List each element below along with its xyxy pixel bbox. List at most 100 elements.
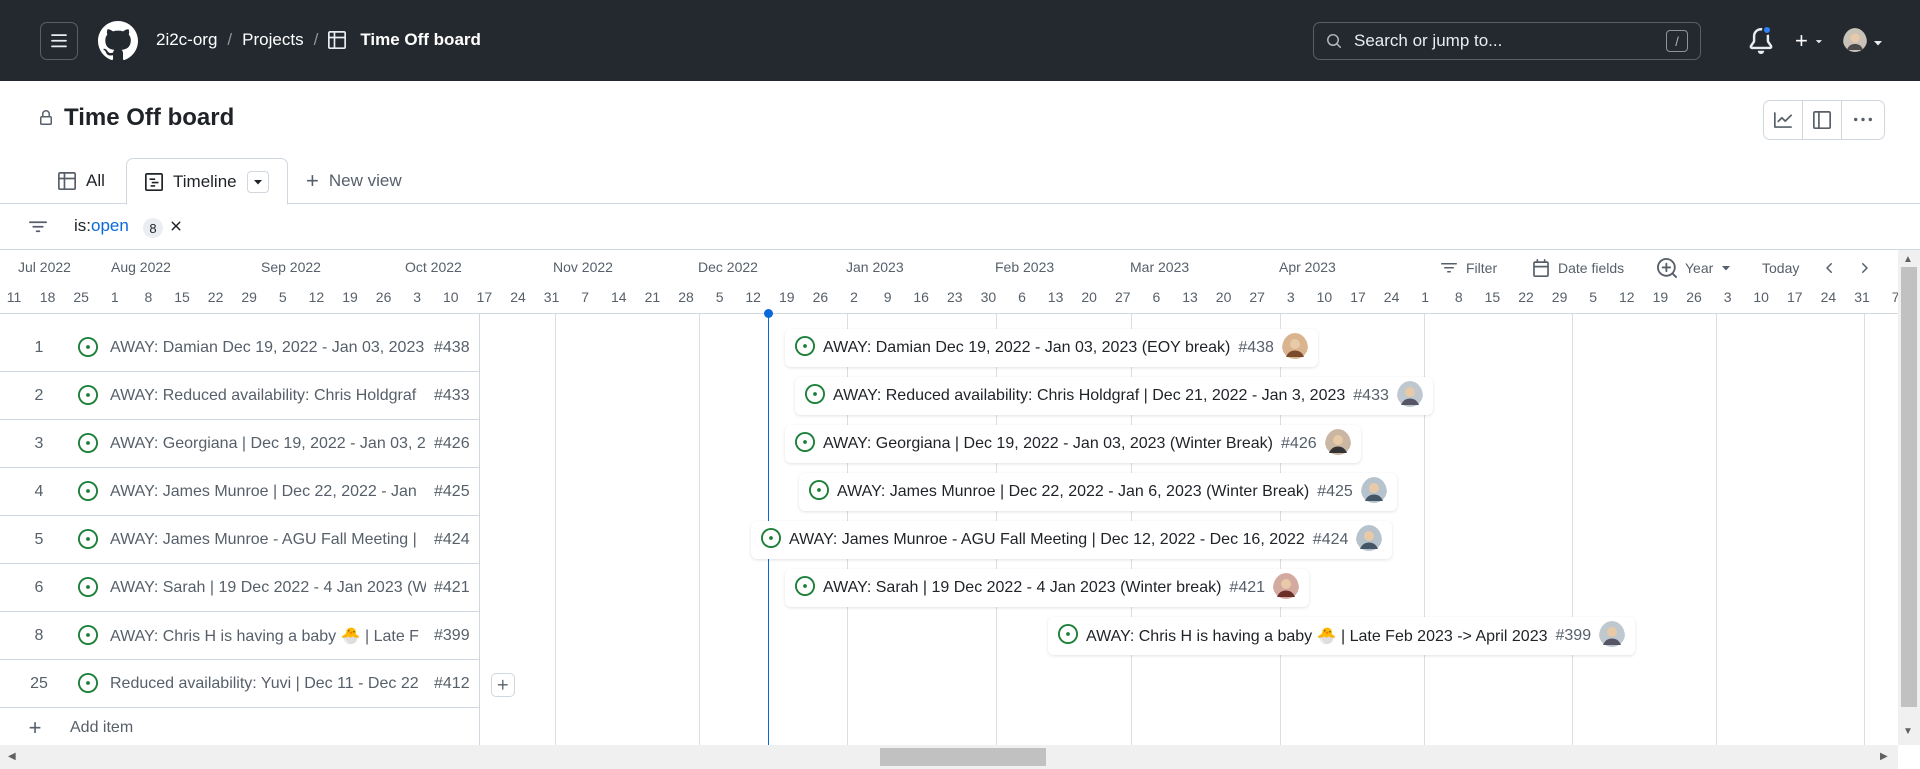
issue-title[interactable]: AWAY: Sarah | 19 Dec 2022 - 4 Jan 2023 (… <box>110 579 426 597</box>
day-label: 26 <box>812 289 829 305</box>
bar-title: AWAY: James Munroe | Dec 22, 2022 - Jan … <box>837 483 1310 500</box>
today-button[interactable]: Today <box>1762 253 1800 283</box>
month-label: Oct 2022 <box>405 259 462 275</box>
open-issue-icon <box>78 624 100 647</box>
graph-icon <box>1774 112 1792 128</box>
day-label: 29 <box>241 289 257 305</box>
github-logo-icon[interactable] <box>98 21 138 61</box>
row-number: 4 <box>34 482 44 500</box>
side-panel-button[interactable] <box>1803 101 1842 139</box>
scroll-down-arrow-icon[interactable]: ▼ <box>1903 726 1913 737</box>
add-item-button[interactable]: + Add item <box>0 708 479 745</box>
issue-title[interactable]: AWAY: James Munroe - AGU Fall Meeting | <box>110 531 426 549</box>
breadcrumb-board[interactable]: Time Off board <box>360 30 481 50</box>
timeline-filter-button[interactable]: Filter <box>1440 253 1498 283</box>
triangle-down-icon <box>253 179 262 184</box>
issue-title[interactable]: AWAY: James Munroe | Dec 22, 2022 - Jan <box>110 483 426 501</box>
month-label: Aug 2022 <box>111 259 171 275</box>
user-menu-button[interactable] <box>1843 28 1883 57</box>
table-row[interactable]: 2 AWAY: Reduced availability: Chris Holdg… <box>0 372 479 420</box>
row-number: 6 <box>34 578 44 596</box>
tab-timeline[interactable]: Timeline <box>126 158 288 205</box>
day-label: 26 <box>1686 289 1702 305</box>
issue-title[interactable]: AWAY: Damian Dec 19, 2022 - Jan 03, 2023 <box>110 339 426 357</box>
timeline-item-bar[interactable]: AWAY: Georgiana | Dec 19, 2022 - Jan 03,… <box>785 425 1361 463</box>
issue-number: #425 <box>434 482 470 500</box>
date-fields-button[interactable]: Date fields <box>1532 253 1625 283</box>
day-label: 2 <box>850 289 858 305</box>
chevron-right-icon <box>1862 263 1868 273</box>
table-row[interactable]: 5 AWAY: James Munroe - AGU Fall Meeting |… <box>0 516 479 564</box>
table-divider[interactable] <box>479 314 480 745</box>
timeline-item-bar[interactable]: AWAY: James Munroe - AGU Fall Meeting | … <box>751 521 1393 559</box>
create-new-button[interactable]: + <box>1795 28 1824 54</box>
assignee-avatar <box>1396 380 1423 412</box>
bar-title: AWAY: Sarah | 19 Dec 2022 - 4 Jan 2023 (… <box>823 579 1222 596</box>
tab-all[interactable]: All <box>58 158 105 204</box>
search-shortcut-hint: / <box>1666 30 1688 52</box>
scroll-previous-button[interactable] <box>1822 253 1838 283</box>
breadcrumb-projects[interactable]: Projects <box>242 30 303 50</box>
page-title: Time Off board <box>64 104 235 131</box>
chevron-left-icon <box>1826 263 1832 273</box>
triangle-down-icon <box>1722 266 1731 271</box>
timeline-day-header: 11 18 25 1 8 15 22 29 5 12 19 26 3 10 17 24 31 7 14 21 28 5 12… <box>0 280 1899 314</box>
table-row[interactable]: 3 AWAY: Georgiana | Dec 19, 2022 - Jan 03… <box>0 420 479 468</box>
scroll-right-arrow-icon[interactable]: ▶ <box>1880 751 1888 762</box>
add-date-button[interactable] <box>491 673 515 697</box>
global-header: 2i2c-org / Projects / Time Off board Sea… <box>0 0 1920 81</box>
issue-title[interactable]: AWAY: Georgiana | Dec 19, 2022 - Jan 03,… <box>110 435 426 453</box>
day-label: 14 <box>611 289 627 305</box>
open-issue-icon <box>1058 623 1078 649</box>
scroll-next-button[interactable] <box>1856 253 1872 283</box>
table-row[interactable]: 1 AWAY: Damian Dec 19, 2022 - Jan 03, 202… <box>0 324 479 372</box>
plus-icon: + <box>1795 28 1808 53</box>
assignee-avatar <box>1324 428 1351 460</box>
open-issue-icon <box>795 335 815 361</box>
day-label: 30 <box>980 289 997 305</box>
day-label: 20 <box>1215 289 1232 305</box>
menu-button[interactable] <box>40 22 78 60</box>
issue-number: #399 <box>434 626 470 644</box>
bar-issue-number: #426 <box>1281 435 1317 452</box>
timeline-item-bar[interactable]: AWAY: Damian Dec 19, 2022 - Jan 03, 2023… <box>785 329 1318 367</box>
scroll-up-arrow-icon[interactable]: ▲ <box>1903 254 1913 265</box>
timeline-item-bar[interactable]: AWAY: Chris H is having a baby 🐣 | Late … <box>1048 617 1636 655</box>
result-count-badge: 8 <box>143 218 163 238</box>
table-row[interactable]: 25 Reduced availability: Yuvi | Dec 11 - … <box>0 660 479 708</box>
day-label: 10 <box>443 289 459 305</box>
timeline-item-bar[interactable]: AWAY: Reduced availability: Chris Holdgr… <box>795 377 1433 415</box>
vertical-scrollbar-thumb[interactable] <box>1901 267 1917 707</box>
table-row[interactable]: 8 AWAY: Chris H is having a baby 🐣 | Late… <box>0 612 479 660</box>
table-row[interactable]: 4 AWAY: James Munroe | Dec 22, 2022 - Jan… <box>0 468 479 516</box>
day-label: 18 <box>39 289 56 305</box>
timeline-item-bar[interactable]: AWAY: Sarah | 19 Dec 2022 - 4 Jan 2023 (… <box>785 569 1310 607</box>
zoom-level-button[interactable]: Year <box>1657 253 1732 283</box>
view-options-button[interactable] <box>246 170 269 193</box>
scroll-left-arrow-icon[interactable]: ◀ <box>8 751 16 762</box>
issue-title[interactable]: Reduced availability: Yuvi | Dec 11 - De… <box>110 675 426 693</box>
filter-icon[interactable] <box>28 218 48 236</box>
issue-title[interactable]: AWAY: Chris H is having a baby 🐣 | Late … <box>110 626 426 646</box>
open-issue-icon <box>795 575 815 601</box>
search-input[interactable]: Search or jump to... / <box>1313 22 1701 60</box>
insights-button[interactable] <box>1764 101 1803 139</box>
day-label: 21 <box>644 289 661 305</box>
day-label: 24 <box>1383 289 1400 305</box>
plus-icon: + <box>306 168 319 193</box>
breadcrumb-org[interactable]: 2i2c-org <box>156 30 217 50</box>
table-icon <box>58 172 76 190</box>
issue-title[interactable]: AWAY: Reduced availability: Chris Holdgr… <box>110 387 426 405</box>
filter-input[interactable]: is:open <box>74 216 129 236</box>
more-options-button[interactable] <box>1842 101 1884 139</box>
table-row[interactable]: 6 AWAY: Sarah | 19 Dec 2022 - 4 Jan 2023 … <box>0 564 479 612</box>
day-label: 3 <box>1286 289 1295 305</box>
horizontal-scrollbar-thumb[interactable] <box>880 748 1046 766</box>
day-label: 31 <box>543 289 560 305</box>
month-label: Jul 2022 <box>18 259 71 275</box>
month-gridline <box>1864 314 1865 745</box>
new-view-button[interactable]: + New view <box>306 158 402 204</box>
issue-number: #433 <box>434 386 470 404</box>
timeline-item-bar[interactable]: AWAY: James Munroe | Dec 22, 2022 - Jan … <box>799 473 1397 511</box>
clear-filter-icon[interactable] <box>168 218 184 234</box>
